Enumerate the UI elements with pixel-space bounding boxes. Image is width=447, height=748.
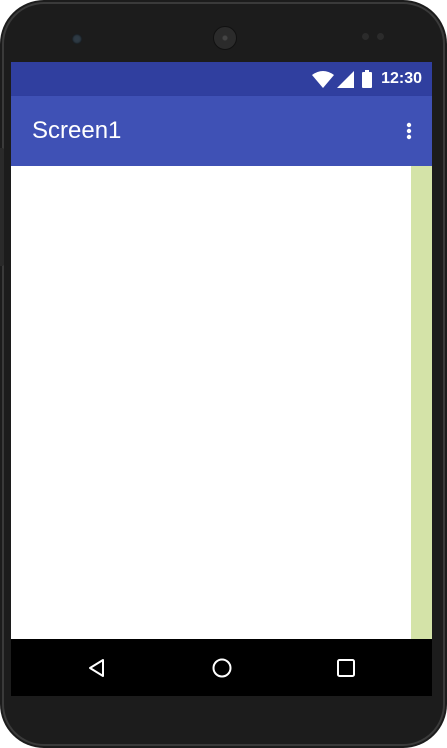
light-sensor-icon	[377, 33, 384, 40]
screen-content	[11, 166, 432, 640]
home-button[interactable]	[205, 651, 239, 685]
wifi-icon	[312, 70, 335, 88]
scroll-strip[interactable]	[411, 166, 432, 640]
recents-button[interactable]	[329, 651, 363, 685]
phone-frame: 12:30 Screen1	[0, 0, 447, 748]
earpiece-speaker-icon	[213, 26, 237, 50]
side-button	[0, 148, 4, 266]
device-screen: 12:30 Screen1	[11, 62, 432, 696]
app-bar: Screen1	[11, 96, 432, 166]
status-time: 12:30	[381, 70, 422, 87]
back-icon	[89, 659, 104, 677]
battery-icon	[362, 70, 373, 88]
screen-title: Screen1	[32, 117, 122, 144]
signal-icon	[337, 70, 355, 88]
status-icons: 12:30	[312, 62, 422, 96]
more-vert-icon	[406, 122, 412, 140]
proximity-sensor-icon	[362, 33, 369, 40]
home-icon	[212, 658, 232, 678]
front-camera-icon	[72, 34, 82, 44]
back-button[interactable]	[80, 651, 114, 685]
navigation-bar	[11, 639, 432, 696]
overflow-menu-button[interactable]	[394, 115, 424, 147]
recents-icon	[337, 659, 355, 677]
status-bar: 12:30	[11, 62, 432, 96]
